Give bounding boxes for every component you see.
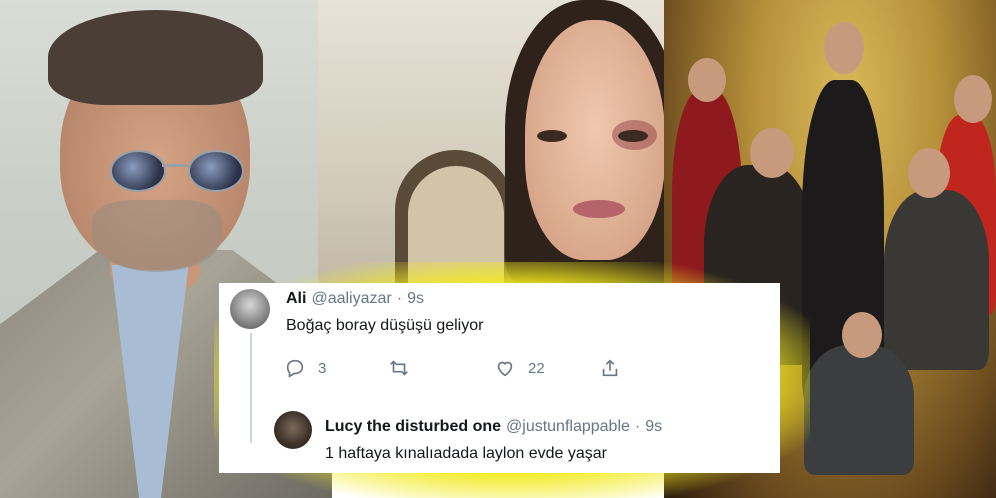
share-icon	[602, 359, 618, 377]
cast-head	[824, 22, 864, 74]
reply-header: Lucy the disturbed one @justunflappable …	[325, 418, 662, 436]
separator-dot: ·	[396, 290, 403, 307]
tweet-timestamp[interactable]: 9s	[407, 290, 424, 308]
user-handle[interactable]: @justunflappable	[506, 418, 630, 436]
tweet-text: Boğaç boray düşüşü geliyor	[286, 317, 484, 334]
like-count: 22	[528, 359, 545, 377]
separator-dot: ·	[634, 418, 641, 435]
user-avatar[interactable]	[274, 411, 312, 449]
beard-shape	[92, 200, 222, 272]
thread-connector-line	[250, 333, 252, 443]
like-button[interactable]: 22	[494, 357, 545, 379]
heart-icon	[497, 361, 513, 377]
retweet-button[interactable]	[388, 357, 410, 379]
share-button[interactable]	[599, 357, 621, 379]
woman-right-eye	[618, 130, 648, 142]
display-name[interactable]: Ali	[286, 290, 306, 308]
woman-lips	[573, 200, 625, 218]
reply-button[interactable]: 3	[284, 357, 326, 379]
tweet-action-bar: 3 22	[284, 357, 624, 381]
cast-head	[908, 148, 950, 198]
cast-figure-child	[804, 345, 914, 475]
sunglasses-right-lens	[188, 150, 244, 192]
tweet-timestamp[interactable]: 9s	[645, 418, 662, 436]
retweet-icon	[390, 360, 408, 376]
hair-shape	[48, 10, 263, 105]
cast-head	[688, 58, 726, 102]
sunglasses-left-lens	[110, 150, 166, 192]
cast-head	[750, 128, 794, 178]
cast-figure-man-vest	[884, 190, 989, 370]
user-avatar[interactable]	[230, 289, 270, 329]
user-handle[interactable]: @aaliyazar	[311, 290, 391, 308]
reply-count: 3	[318, 359, 327, 377]
reply-icon	[286, 359, 304, 378]
tweet-header: Ali @aaliyazar · 9s	[286, 290, 424, 308]
display-name[interactable]: Lucy the disturbed one	[325, 418, 501, 436]
tweet-screenshot-card: Ali @aaliyazar · 9s Boğaç boray düşüşü g…	[219, 283, 780, 473]
woman-left-eye	[537, 130, 567, 142]
collage-canvas: Ali @aaliyazar · 9s Boğaç boray düşüşü g…	[0, 0, 996, 498]
cast-head	[842, 312, 882, 358]
cast-head	[954, 75, 992, 123]
sunglasses-bridge	[162, 164, 188, 167]
reply-text: 1 haftaya kınalıadada laylon evde yaşar	[325, 445, 607, 462]
